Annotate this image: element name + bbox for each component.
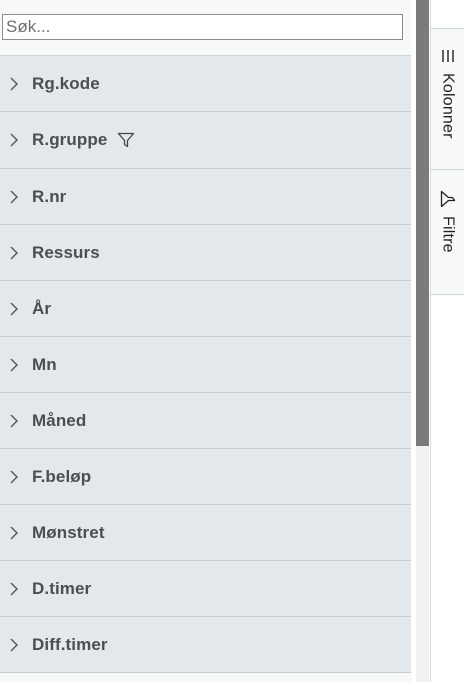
- search-input[interactable]: [2, 14, 403, 40]
- tab-filters[interactable]: Filtre: [431, 169, 464, 290]
- filter-icon: [439, 190, 457, 208]
- tab-columns-label: Kolonner: [439, 73, 457, 139]
- chevron-right-icon[interactable]: [0, 413, 32, 429]
- filter-item-maned[interactable]: Måned: [0, 393, 411, 449]
- tab-filters-label: Filtre: [439, 216, 457, 253]
- filter-item-label: Rg.kode: [32, 73, 100, 93]
- chevron-right-icon[interactable]: [0, 357, 32, 373]
- filter-active-icon: [117, 131, 135, 149]
- chevron-right-icon[interactable]: [0, 525, 32, 541]
- scrollbar-thumb[interactable]: [416, 0, 429, 446]
- filter-tool-panel: Rg.kode R.gruppe R.nr Ressurs: [0, 0, 411, 682]
- vertical-scrollbar[interactable]: [416, 0, 429, 682]
- filter-item-mn[interactable]: Mn: [0, 337, 411, 393]
- filter-item-d-timer[interactable]: D.timer: [0, 561, 411, 617]
- chevron-right-icon[interactable]: [0, 189, 32, 205]
- columns-icon: [439, 47, 457, 65]
- filter-item-f-belop[interactable]: F.beløp: [0, 449, 411, 505]
- chevron-right-icon[interactable]: [0, 301, 32, 317]
- filter-item-ressurs[interactable]: Ressurs: [0, 225, 411, 281]
- filter-item-label: R.nr: [32, 186, 67, 206]
- filter-item-label: F.beløp: [32, 466, 92, 486]
- filter-item-diff-timer[interactable]: Diff.timer: [0, 617, 411, 673]
- filter-item-r-nr[interactable]: R.nr: [0, 169, 411, 225]
- filter-item-label: Diff.timer: [32, 634, 108, 654]
- filter-item-label: Måned: [32, 410, 87, 430]
- chevron-right-icon[interactable]: [0, 76, 32, 92]
- filter-item-label: R.gruppe: [32, 130, 108, 149]
- filter-item-r-gruppe[interactable]: R.gruppe: [0, 112, 411, 169]
- chevron-right-icon[interactable]: [0, 581, 32, 597]
- filter-item-ar[interactable]: År: [0, 281, 411, 337]
- search-bar: [0, 0, 411, 56]
- filter-item-label: År: [32, 298, 52, 318]
- filter-item-monstret[interactable]: Mønstret: [0, 505, 411, 561]
- filter-item-label: D.timer: [32, 578, 92, 598]
- chevron-right-icon[interactable]: [0, 132, 32, 148]
- chevron-right-icon[interactable]: [0, 637, 32, 653]
- chevron-right-icon[interactable]: [0, 245, 32, 261]
- filter-item-label: Ressurs: [32, 242, 100, 262]
- side-bar-tabs: Kolonner Filtre: [430, 28, 464, 295]
- tab-columns[interactable]: Kolonner: [431, 47, 464, 187]
- chevron-right-icon[interactable]: [0, 469, 32, 485]
- filter-item-label: Mønstret: [32, 522, 105, 542]
- filter-list: Rg.kode R.gruppe R.nr Ressurs År Mn Måne…: [0, 56, 411, 673]
- filter-item-label: Mn: [32, 354, 57, 374]
- filter-item-rg-kode[interactable]: Rg.kode: [0, 56, 411, 112]
